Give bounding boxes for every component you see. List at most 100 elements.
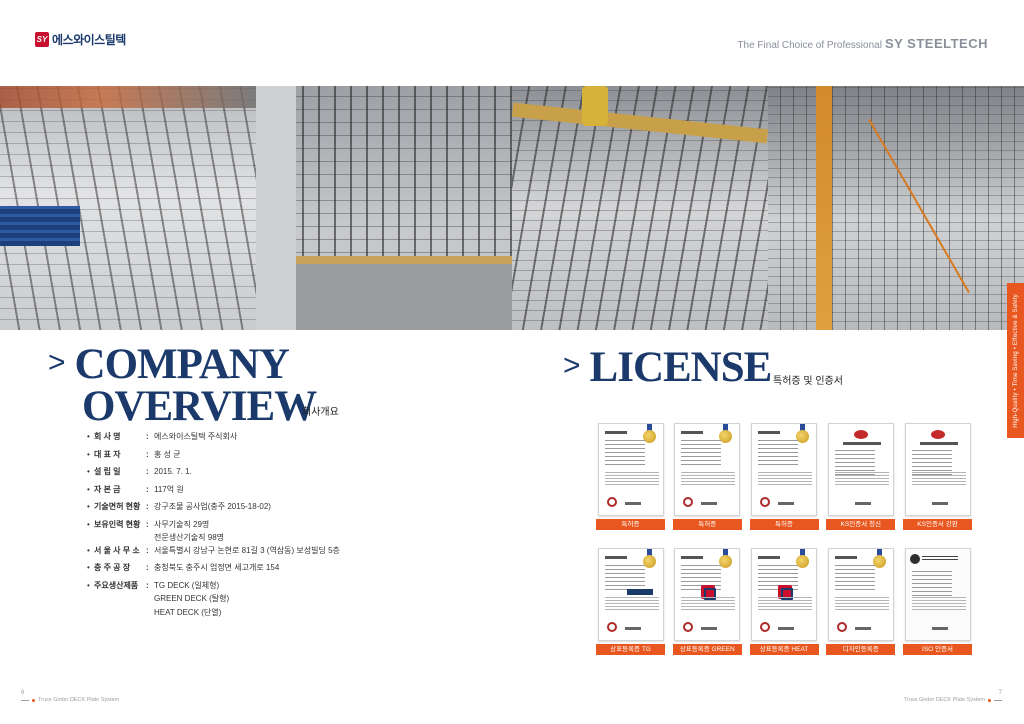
colon: : — [146, 519, 149, 529]
patent-certificate-image — [751, 423, 817, 516]
iso-certificate-image — [904, 548, 971, 641]
ks-certificate-image — [827, 423, 894, 516]
info-value-line: 강구조물 공사업(충주 2015-18-02) — [154, 502, 271, 511]
info-row-seoul-office: • 서 울 사 무 소 : 서울특별시 강남구 논현로 81길 3 (역삼동) … — [87, 546, 340, 564]
info-value: 서울특별시 강남구 논현로 81길 3 (역삼동) 보성빌딩 5층 — [154, 546, 340, 560]
footer-right: Truss Girder DECK Plate System — [904, 697, 1002, 703]
patent-certificate-image — [597, 423, 664, 516]
license-subtitle: 특허증 및 인증서 — [773, 376, 843, 387]
info-value-line: 2015. 7. 1. — [154, 467, 192, 476]
bullet-icon: • — [87, 432, 90, 441]
info-value-line: GREEN DECK (탈형) — [154, 594, 230, 603]
side-tab-text: High-Quality • Time Saving • Effective &… — [1012, 293, 1019, 428]
colon: : — [146, 502, 149, 511]
certificate-label: ISO 인증서 — [903, 644, 972, 655]
colon: : — [146, 467, 149, 476]
certificate-card: ISO 인증서 — [903, 548, 972, 655]
company-overview-title: > COMPANY OVERVIEW — [48, 341, 317, 430]
company-info-list: • 회 사 명 : 에스와이스틸텍 주식회사 • 대 표 자 : 홍 성 균 •… — [87, 432, 340, 621]
bullet-icon: • — [87, 580, 90, 590]
info-value-line: 117억 원 — [154, 484, 184, 494]
colon: : — [146, 545, 149, 555]
certificate-card: 디자인등록증 — [826, 548, 896, 655]
colon: : — [146, 449, 149, 459]
info-row-ceo: • 대 표 자 : 홍 성 균 — [87, 450, 340, 468]
patent-certificate-image — [674, 423, 741, 516]
info-label: 충 주 공 장 — [94, 563, 131, 572]
deck-photo-4 — [768, 86, 1024, 330]
bullet-icon: • — [87, 519, 90, 529]
certificate-card: 상표등록증 TG — [596, 548, 665, 655]
info-value: 사무기술직 29명 전문생산기술직 98명 — [154, 520, 224, 547]
bullet-icon: • — [87, 563, 90, 572]
info-value-line: 서울특별시 강남구 논현로 81길 3 (역삼동) 보성빌딩 5층 — [154, 545, 340, 555]
info-label: 기술면허 현황 — [94, 502, 141, 511]
deck-photo-1 — [0, 86, 256, 330]
certificate-label: 상표등록증 GREEN — [672, 644, 742, 655]
design-certificate-image — [827, 548, 894, 641]
info-row-staff: • 보유인력 현황 : 사무기술직 29명 전문생산기술직 98명 — [87, 520, 340, 546]
title-line-2: OVERVIEW — [82, 383, 317, 430]
info-value: TG DECK (일체형) GREEN DECK (탈형) HEAT DECK … — [154, 581, 229, 622]
certificate-card: KS인증서 청신 — [826, 423, 896, 530]
bullet-icon: • — [87, 484, 90, 494]
header-tagline: The Final Choice of Professional SY STEEL… — [737, 36, 988, 51]
photo-strip — [0, 86, 1024, 330]
info-row-license: • 기술면허 현황 : 강구조물 공사업(충주 2015-18-02) — [87, 502, 340, 520]
trademark-certificate-image — [674, 548, 741, 641]
info-label: 서 울 사 무 소 — [94, 545, 140, 555]
bullet-icon: • — [87, 449, 90, 459]
info-label: 대 표 자 — [94, 449, 121, 459]
dot-icon — [32, 698, 35, 702]
logo-text: 에스와이스틸텍 — [52, 33, 126, 47]
certificate-row-2: 상표등록증 TG 상표등록증 GREEN 상표등록증 HEAT 디자인등록증 I… — [596, 548, 972, 655]
info-row-factory: • 충 주 공 장 : 충청북도 충주시 엄정면 세고개로 154 — [87, 563, 340, 581]
info-value: 117억 원 — [154, 485, 184, 499]
footer-caption: Truss Girder DECK Plate System — [903, 697, 985, 703]
arrow-icon: > — [48, 346, 66, 379]
certificate-card: 상표등록증 GREEN — [672, 548, 742, 655]
deck-photo-3 — [512, 86, 768, 330]
certificate-label: KS인증서 강판 — [903, 519, 972, 530]
license-title-text: LICENSE — [589, 344, 773, 391]
certificate-label: 특허증 — [672, 519, 742, 530]
logo-mark: SY — [35, 32, 49, 47]
dash-icon — [21, 699, 29, 701]
colon: : — [146, 484, 149, 494]
bullet-icon: • — [87, 502, 90, 511]
colon: : — [146, 580, 149, 590]
page-number-left: 6 — [21, 690, 25, 696]
info-label: 보유인력 현황 — [94, 519, 141, 529]
bullet-icon: • — [87, 545, 90, 555]
info-value: 강구조물 공사업(충주 2015-18-02) — [154, 502, 271, 516]
footer-caption: Truss Girder DECK Plate System — [38, 697, 120, 703]
certificate-card: 특허증 — [672, 423, 742, 530]
tagline-text: The Final Choice of Professional — [737, 40, 882, 51]
company-overview-subtitle: 회사개요 — [302, 407, 339, 418]
trademark-certificate-image — [751, 548, 817, 641]
certificate-label: 상표등록증 HEAT — [749, 644, 819, 655]
info-label: 주요생산제품 — [94, 580, 139, 590]
certificate-card: 특허증 — [749, 423, 819, 530]
certificate-label: 특허증 — [596, 519, 665, 530]
info-value-line: 충청북도 충주시 엄정면 세고개로 154 — [154, 563, 280, 572]
page-number-right: 7 — [998, 690, 1002, 696]
certificate-card: 특허증 — [596, 423, 665, 530]
certificate-label: KS인증서 청신 — [826, 519, 896, 530]
colon: : — [146, 563, 149, 572]
certificate-card: 상표등록증 HEAT — [749, 548, 819, 655]
bullet-icon: • — [87, 467, 90, 476]
info-value-line: HEAT DECK (단열) — [154, 607, 222, 617]
info-value-line: 사무기술직 29명 — [154, 519, 210, 529]
dash-icon — [994, 699, 1002, 701]
brand-name: SY STEELTECH — [884, 36, 988, 51]
info-value: 홍 성 균 — [154, 450, 181, 464]
info-value-line: 전문생산기술직 98명 — [154, 533, 225, 542]
title-line-1: COMPANY — [74, 341, 290, 388]
certificate-label: 디자인등록증 — [826, 644, 896, 655]
info-row-founded: • 설 립 일 : 2015. 7. 1. — [87, 467, 340, 485]
info-label: 설 립 일 — [94, 467, 121, 476]
info-value: 충청북도 충주시 엄정면 세고개로 154 — [154, 563, 279, 577]
certificate-card: KS인증서 강판 — [903, 423, 972, 530]
license-title: > LICENSE — [563, 344, 773, 391]
